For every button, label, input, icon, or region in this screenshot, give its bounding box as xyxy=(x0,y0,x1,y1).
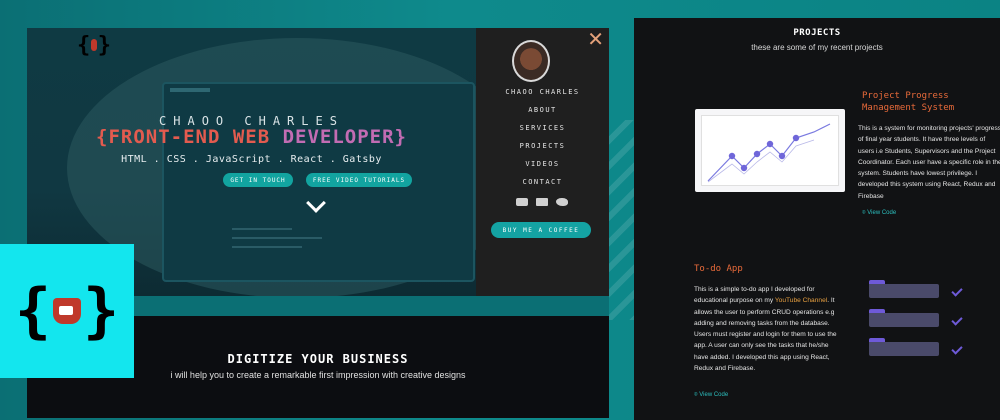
project1-title: Project Progress Management System xyxy=(862,91,955,113)
project1-description: This is a system for monitoring projects… xyxy=(858,125,1000,200)
menu-item-contact[interactable]: CONTACT xyxy=(476,178,609,186)
youtube-channel-link[interactable]: YouTube Channel xyxy=(775,297,827,304)
hero-skills: HTML . CSS . JavaScript . React . Gatsby xyxy=(121,154,382,165)
project2-title: To-do App xyxy=(694,264,743,274)
menu-name: CHAOO CHARLES xyxy=(505,88,580,96)
code-coffee-logo: {} xyxy=(0,244,134,378)
menu-item-projects[interactable]: PROJECTS xyxy=(476,142,609,150)
project2-view-code-link[interactable]: ⌾ View Code xyxy=(694,392,728,399)
monitor-lines xyxy=(232,228,322,255)
dev-icon[interactable] xyxy=(536,198,548,206)
project1-chart-thumbnail xyxy=(695,109,845,192)
projects-screenshot: PROJECTS these are some of my recent pro… xyxy=(634,18,1000,420)
check-icon xyxy=(951,314,963,326)
close-icon[interactable]: ✕ xyxy=(587,30,604,50)
check-icon xyxy=(951,285,963,297)
view-code-label: View Code xyxy=(867,210,897,216)
hero-title-part2: DEVELOPER} xyxy=(282,126,407,148)
menu-item-about[interactable]: ABOUT xyxy=(476,106,609,114)
project1-view-code-link[interactable]: ⌾ View Code xyxy=(862,210,896,217)
social-icons xyxy=(516,198,568,206)
todo-card xyxy=(869,338,939,356)
coffee-cup-icon xyxy=(53,298,81,324)
menu-item-videos[interactable]: VIDEOS xyxy=(476,160,609,168)
project2-description: This is a simple to-do app I developed f… xyxy=(694,284,844,374)
menu-item-services[interactable]: SERVICES xyxy=(476,124,609,132)
view-code-label: View Code xyxy=(699,392,729,398)
brand-logo[interactable]: {} xyxy=(77,32,111,58)
youtube-icon[interactable] xyxy=(516,198,528,206)
side-menu: ✕ CHAOO CHARLES ABOUT SERVICES PROJECTS … xyxy=(476,28,609,296)
check-icon xyxy=(951,343,963,355)
free-video-tutorials-button[interactable]: FREE VIDEO TUTORIALS xyxy=(306,173,412,187)
todo-card xyxy=(869,280,939,298)
progress-chart-illustration xyxy=(707,123,831,183)
hero-title-part1: {FRONT-END WEB xyxy=(96,126,283,148)
hero-title: {FRONT-END WEB DEVELOPER} xyxy=(27,126,476,148)
buy-me-a-coffee-button[interactable]: BUY ME A COFFEE xyxy=(491,222,591,238)
projects-subtitle: these are some of my recent projects xyxy=(751,43,883,52)
todo-card xyxy=(869,309,939,327)
avatar xyxy=(512,40,550,82)
coffee-cup-icon xyxy=(91,39,97,51)
twitter-icon[interactable] xyxy=(556,198,568,206)
projects-title: PROJECTS xyxy=(793,28,841,38)
get-in-touch-button[interactable]: GET IN TOUCH xyxy=(223,173,293,187)
project2-desc-after: . It allows the user to perform CRUD ope… xyxy=(694,297,837,373)
monitor-bar xyxy=(170,88,210,92)
